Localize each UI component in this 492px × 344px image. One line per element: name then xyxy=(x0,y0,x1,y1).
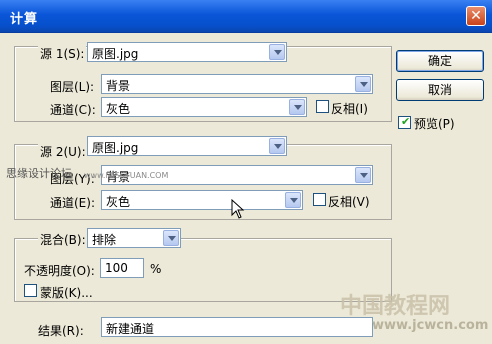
source1-layer-label: 图层(L): xyxy=(50,80,95,94)
chevron-down-icon xyxy=(269,138,285,154)
mouse-cursor-icon xyxy=(231,199,245,219)
source2-invert-checkbox[interactable] xyxy=(313,193,326,206)
blend-mode-select[interactable]: 排除 xyxy=(87,228,181,248)
source2-channel-label: 通道(E): xyxy=(50,196,95,210)
chevron-down-icon xyxy=(355,76,371,92)
result-value: 新建通道 xyxy=(106,322,155,336)
source1-invert-checkbox[interactable] xyxy=(316,100,329,113)
source2-channel-value: 灰色 xyxy=(106,195,131,209)
source2-file-value: 原图.jpg xyxy=(92,141,139,155)
source1-label: 源 1(S): xyxy=(38,45,87,62)
source2-channel-select[interactable]: 灰色 xyxy=(101,190,303,210)
source2-invert-label: 反相(V) xyxy=(328,195,370,209)
result-label: 结果(R): xyxy=(38,324,84,338)
preview-label: 预览(P) xyxy=(414,117,455,131)
source1-layer-value: 背景 xyxy=(106,79,131,93)
mask-checkbox[interactable] xyxy=(24,284,37,297)
opacity-input[interactable]: 100 xyxy=(100,258,144,278)
source2-file-select[interactable]: 原图.jpg xyxy=(87,136,287,156)
source2-label: 源 2(U): xyxy=(38,143,88,160)
chevron-down-icon xyxy=(285,192,301,208)
result-select[interactable]: 新建通道 xyxy=(101,317,373,337)
source1-layer-select[interactable]: 背景 xyxy=(101,74,373,94)
source1-file-value: 原图.jpg xyxy=(92,47,139,61)
blend-mode-value: 排除 xyxy=(92,233,117,247)
source1-channel-select[interactable]: 灰色 xyxy=(101,97,307,117)
url-watermark: www.MISSYUAN.COM xyxy=(84,171,169,180)
title-bar: 计算 ✕ xyxy=(0,0,492,33)
blend-label: 混合(B): xyxy=(38,231,88,248)
logo-watermark: 中国教程网 xyxy=(340,293,451,319)
source1-invert-label: 反相(I) xyxy=(331,102,368,116)
window-title: 计算 xyxy=(10,12,39,27)
chevron-down-icon xyxy=(269,44,285,60)
source1-file-select[interactable]: 原图.jpg xyxy=(87,42,287,62)
ok-button[interactable]: 确定 xyxy=(396,50,484,72)
chevron-down-icon xyxy=(163,230,179,246)
opacity-label: 不透明度(O): xyxy=(24,264,95,278)
mask-label: 蒙版(K)... xyxy=(40,286,93,300)
site-watermark: www.jcwcn.com xyxy=(372,318,489,333)
preview-checkbox[interactable]: ✔ xyxy=(398,115,411,129)
close-button[interactable]: ✕ xyxy=(466,6,486,26)
source1-channel-value: 灰色 xyxy=(106,102,131,116)
forum-watermark: 思缘设计论坛 xyxy=(6,167,72,180)
checkmark-icon: ✔ xyxy=(401,115,411,128)
source1-channel-label: 通道(C): xyxy=(50,103,96,117)
opacity-unit: % xyxy=(150,262,162,276)
cancel-button[interactable]: 取消 xyxy=(396,79,484,101)
chevron-down-icon xyxy=(355,167,371,183)
chevron-down-icon xyxy=(289,99,305,115)
